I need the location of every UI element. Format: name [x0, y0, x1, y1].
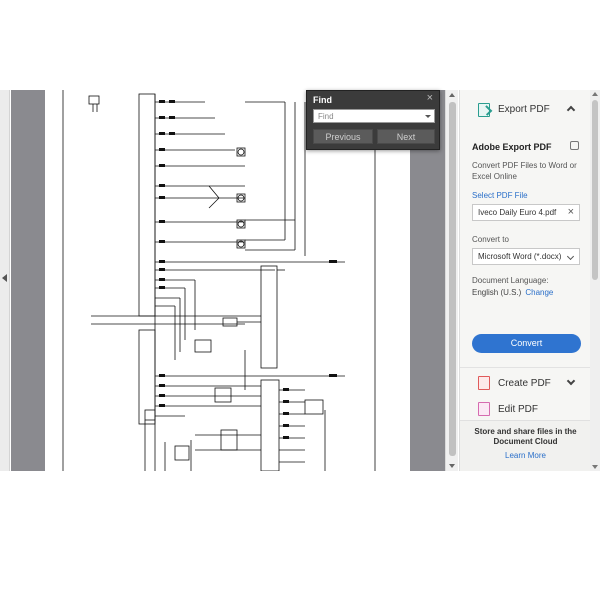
- edit-pdf-tool[interactable]: Edit PDF: [460, 398, 590, 420]
- find-input[interactable]: Find: [313, 109, 435, 123]
- convert-button[interactable]: Convert: [472, 334, 581, 353]
- left-panel-toggle[interactable]: [0, 90, 10, 471]
- find-input-placeholder: Find: [318, 112, 334, 121]
- scroll-down-icon[interactable]: [592, 465, 598, 469]
- scrollbar-thumb[interactable]: [449, 102, 456, 456]
- document-scrollbar[interactable]: [445, 90, 458, 471]
- scroll-up-icon[interactable]: [449, 93, 455, 97]
- close-icon[interactable]: ×: [568, 206, 574, 218]
- export-pdf-header[interactable]: Export PDF: [460, 98, 590, 122]
- section-title: Adobe Export PDF: [472, 142, 552, 152]
- scroll-down-icon[interactable]: [449, 464, 455, 468]
- file-name: Iveco Daily Euro 4.pdf: [478, 208, 557, 217]
- divider: [460, 367, 590, 368]
- previous-button[interactable]: Previous: [313, 129, 373, 144]
- next-button[interactable]: Next: [377, 129, 435, 144]
- find-title: Find: [313, 95, 332, 105]
- create-pdf-tool[interactable]: Create PDF: [460, 372, 590, 394]
- document-language-value: English (U.S.) Change: [472, 288, 553, 297]
- edit-pdf-icon: [478, 402, 490, 416]
- chevron-down-icon[interactable]: [566, 252, 575, 261]
- tools-pane: Export PDF Adobe Export PDF Convert PDF …: [459, 90, 590, 471]
- close-icon[interactable]: ×: [427, 93, 433, 104]
- change-language-link[interactable]: Change: [525, 288, 553, 297]
- document-cloud-promo: Store and share files in the Document Cl…: [460, 420, 590, 471]
- chevron-down-icon[interactable]: [566, 376, 576, 386]
- document-language-label: Document Language:: [472, 276, 549, 285]
- section-description: Convert PDF Files to Word or Excel Onlin…: [472, 161, 577, 181]
- tools-pane-scrollbar[interactable]: [590, 90, 600, 471]
- select-pdf-file-link[interactable]: Select PDF File: [472, 191, 528, 200]
- chevron-left-icon: [2, 274, 7, 282]
- pdf-reader-window: Find × Find Previous Next Export PDF Ado…: [0, 90, 600, 471]
- export-pdf-icon: [478, 103, 490, 117]
- selected-file-field[interactable]: Iveco Daily Euro 4.pdf ×: [472, 204, 580, 221]
- convert-to-select[interactable]: Microsoft Word (*.docx): [472, 248, 580, 265]
- scroll-up-icon[interactable]: [592, 92, 598, 96]
- link-icon[interactable]: [570, 141, 579, 150]
- convert-to-label: Convert to: [472, 235, 509, 244]
- learn-more-link[interactable]: Learn More: [460, 451, 590, 460]
- create-pdf-label: Create PDF: [498, 378, 551, 389]
- edit-pdf-label: Edit PDF: [498, 404, 539, 415]
- find-dialog: Find × Find Previous Next: [306, 90, 440, 150]
- language-value: English (U.S.): [472, 288, 522, 297]
- chevron-up-icon[interactable]: [566, 105, 576, 115]
- convert-to-value: Microsoft Word (*.docx): [478, 252, 562, 261]
- scrollbar-thumb[interactable]: [592, 100, 598, 280]
- export-pdf-label: Export PDF: [498, 104, 550, 115]
- chevron-down-icon[interactable]: [425, 115, 431, 118]
- create-pdf-icon: [478, 376, 490, 390]
- promo-text: Store and share files in the Document Cl…: [474, 427, 577, 446]
